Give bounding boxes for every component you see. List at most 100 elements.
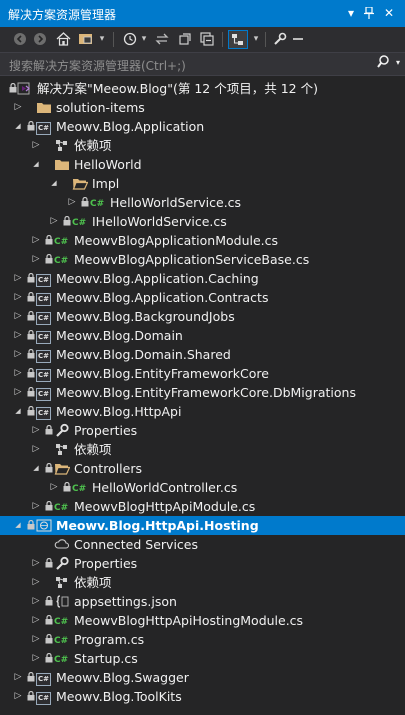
tree-item[interactable]: ▷ C# Meowv.Blog.EntityFrameworkCore.DbMigr…: [0, 383, 405, 402]
tree-item-label: solution-items: [56, 100, 145, 115]
pin-icon[interactable]: [360, 4, 378, 22]
search-box[interactable]: 搜索解决方案资源管理器(Ctrl+;) ▾: [0, 52, 405, 76]
tree-item[interactable]: ▷ C# Meowv.Blog.Swagger: [0, 668, 405, 687]
tree-item[interactable]: ▷ C# Meowv.Blog.Domain.Shared: [0, 345, 405, 364]
properties-icon[interactable]: [272, 30, 288, 49]
show-all-files-icon[interactable]: [228, 30, 248, 49]
collapsed-chevron-icon[interactable]: ▷: [12, 687, 24, 706]
tree-item-label: Startup.cs: [74, 651, 138, 666]
preview-icon[interactable]: [291, 30, 305, 49]
tree-item[interactable]: ▷ C# Meowv.Blog.BackgroundJobs: [0, 307, 405, 326]
tree-item[interactable]: ▷ C# MeowvBlogHttpApiHostingModule.cs: [0, 611, 405, 630]
wrench-icon: [54, 423, 70, 438]
home-icon[interactable]: [55, 30, 71, 49]
tree-item[interactable]: ▷ C# Meowv.Blog.EntityFrameworkCore: [0, 364, 405, 383]
solution-icon: [17, 81, 33, 96]
tree-item-label: Meowv.Blog.Application.Contracts: [56, 290, 269, 305]
tree-item[interactable]: ▷ C# MeowvBlogHttpApiModule.cs: [0, 497, 405, 516]
collapsed-chevron-icon[interactable]: ▷: [30, 136, 42, 155]
collapsed-chevron-icon[interactable]: ▷: [12, 383, 24, 402]
collapsed-chevron-icon[interactable]: ▷: [12, 269, 24, 288]
collapse-all-icon[interactable]: [199, 30, 215, 49]
collapsed-chevron-icon[interactable]: ▷: [12, 307, 24, 326]
collapsed-chevron-icon[interactable]: ▷: [12, 364, 24, 383]
tree-item[interactable]: ▷ C# Meowv.Blog.Domain: [0, 326, 405, 345]
switch-views-icon[interactable]: [77, 30, 97, 49]
collapsed-chevron-icon[interactable]: ▷: [66, 193, 78, 212]
collapsed-chevron-icon[interactable]: ▷: [30, 231, 42, 250]
collapsed-chevron-icon[interactable]: ▷: [30, 611, 42, 630]
collapsed-chevron-icon[interactable]: ▷: [30, 649, 42, 668]
tree-item[interactable]: ◢ Impl: [0, 174, 405, 193]
tree-item[interactable]: ▷ 依赖项: [0, 136, 405, 155]
search-icon[interactable]: [377, 55, 389, 72]
tree-item[interactable]: Connected Services: [0, 535, 405, 554]
tree-item-label: Program.cs: [74, 632, 145, 647]
tree-item[interactable]: ◢ C# Meowv.Blog.HttpApi: [0, 402, 405, 421]
search-options-icon[interactable]: ▾: [396, 58, 400, 67]
tree-item[interactable]: ▷ C# IHelloWorldService.cs: [0, 212, 405, 231]
collapsed-chevron-icon[interactable]: ▷: [12, 326, 24, 345]
collapsed-chevron-icon[interactable]: ▷: [48, 212, 60, 231]
toolbar: ▾ ▾ ▾: [0, 27, 405, 52]
expanded-chevron-icon[interactable]: ◢: [48, 174, 60, 193]
expanded-chevron-icon[interactable]: ◢: [12, 117, 24, 136]
expanded-chevron-icon[interactable]: ◢: [12, 402, 24, 421]
collapsed-chevron-icon[interactable]: ▷: [30, 250, 42, 269]
tree-item[interactable]: ▷ 依赖项: [0, 440, 405, 459]
expanded-chevron-icon[interactable]: ◢: [12, 516, 24, 535]
solution-node[interactable]: 解决方案"Meeow.Blog"(第 12 个项目，共 12 个): [0, 79, 405, 98]
lock-icon: [81, 197, 89, 207]
chevron-down-icon[interactable]: ▾: [139, 30, 149, 49]
collapsed-chevron-icon[interactable]: ▷: [30, 497, 42, 516]
tree-item[interactable]: ▷ C# HelloWorldController.cs: [0, 478, 405, 497]
tree-item[interactable]: ◢ Controllers: [0, 459, 405, 478]
tree-item[interactable]: ▷ C# Startup.cs: [0, 649, 405, 668]
csharp-project-icon: C#: [36, 271, 52, 287]
tree-item[interactable]: ◢ C# Meowv.Blog.Application: [0, 117, 405, 136]
tree-item[interactable]: ▷ 依赖项: [0, 573, 405, 592]
collapsed-chevron-icon[interactable]: ▷: [12, 668, 24, 687]
dropdown-icon[interactable]: ▾: [342, 4, 360, 22]
collapsed-chevron-icon[interactable]: ▷: [30, 573, 42, 592]
collapsed-chevron-icon[interactable]: ▷: [30, 554, 42, 573]
tree-item-label: Connected Services: [74, 537, 198, 552]
search-input[interactable]: 搜索解决方案资源管理器(Ctrl+;): [9, 57, 186, 74]
collapsed-chevron-icon[interactable]: ▷: [30, 421, 42, 440]
tree-item[interactable]: ▷ appsettings.json: [0, 592, 405, 611]
tree-item[interactable]: ▷ C# HelloWorldService.cs: [0, 193, 405, 212]
expanded-chevron-icon[interactable]: ◢: [30, 155, 42, 174]
tree-item[interactable]: ▷ C# Meowv.Blog.Application.Contracts: [0, 288, 405, 307]
collapsed-chevron-icon[interactable]: ▷: [48, 478, 60, 497]
tree-item[interactable]: ◢ Meowv.Blog.HttpApi.Hosting: [0, 516, 405, 535]
back-icon[interactable]: [12, 30, 28, 49]
collapsed-chevron-icon[interactable]: ▷: [12, 98, 24, 117]
lock-icon: [63, 482, 71, 492]
chevron-down-icon[interactable]: ▾: [251, 30, 261, 49]
history-icon[interactable]: [121, 30, 139, 49]
csharp-file-icon: C#: [54, 636, 69, 646]
tree-item[interactable]: ▷ C# Meowv.Blog.Application.Caching: [0, 269, 405, 288]
tree-item[interactable]: ▷ C# Meowv.Blog.ToolKits: [0, 687, 405, 706]
sync-icon[interactable]: [154, 30, 170, 49]
collapsed-chevron-icon[interactable]: ▷: [12, 288, 24, 307]
tree-item[interactable]: ▷ Properties: [0, 421, 405, 440]
forward-icon[interactable]: [32, 30, 48, 49]
expanded-chevron-icon[interactable]: ◢: [30, 459, 42, 478]
tree-item[interactable]: ▷ C# MeowvBlogApplicationModule.cs: [0, 231, 405, 250]
collapsed-chevron-icon[interactable]: ▷: [12, 345, 24, 364]
close-icon[interactable]: ✕: [380, 4, 398, 22]
tree-item[interactable]: ▷ solution-items: [0, 98, 405, 117]
tree-item[interactable]: ▷ Properties: [0, 554, 405, 573]
lock-icon: [45, 254, 53, 264]
chevron-down-icon[interactable]: ▾: [97, 30, 107, 49]
tree-item[interactable]: ▷ C# MeowvBlogApplicationServiceBase.cs: [0, 250, 405, 269]
collapsed-chevron-icon[interactable]: ▷: [30, 440, 42, 459]
tree-item[interactable]: ◢ HelloWorld: [0, 155, 405, 174]
collapsed-chevron-icon[interactable]: ▷: [30, 630, 42, 649]
refresh-icon[interactable]: [177, 30, 193, 49]
collapsed-chevron-icon[interactable]: ▷: [30, 592, 42, 611]
tree-item[interactable]: ▷ C# Program.cs: [0, 630, 405, 649]
tree-item-label: HelloWorldController.cs: [92, 480, 238, 495]
solution-label: 解决方案"Meeow.Blog"(第 12 个项目，共 12 个): [37, 81, 318, 96]
